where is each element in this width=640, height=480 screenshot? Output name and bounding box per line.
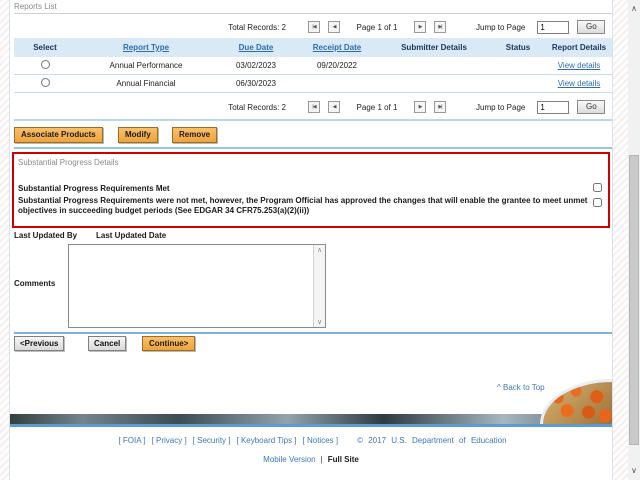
footer-link-keyboard-tips[interactable]: [ Keyboard Tips ] xyxy=(237,436,297,445)
next-page-icon: ▶ xyxy=(418,24,423,30)
go-button[interactable]: Go xyxy=(577,20,606,34)
continue-button[interactable]: Continue> xyxy=(142,336,196,351)
requirements-not-met-label: Substantial Progress Requirements were n… xyxy=(18,196,588,215)
header-due-date-sort[interactable]: Due Date xyxy=(239,43,274,52)
footer-links-row: [ FOIA ] [ Privacy ] [ Security ] [ Keyb… xyxy=(10,436,612,445)
comments-label: Comments xyxy=(14,279,56,288)
previous-page-icon: ◀ xyxy=(332,24,337,30)
header-report-type-sort[interactable]: Report Type xyxy=(123,43,169,52)
reports-table: Select Report Type Due Date Receipt Date… xyxy=(14,38,612,93)
mobile-version-link[interactable]: Mobile Version xyxy=(263,455,315,464)
previous-button[interactable]: <Previous xyxy=(14,336,65,351)
header-status: Status xyxy=(505,43,531,52)
pagination-bottom: Total Records: 2 |◀ ◀ Page 1 of 1 ▶ ▶| J… xyxy=(14,99,612,115)
view-details-link[interactable]: View details xyxy=(558,61,601,70)
next-page-button[interactable]: ▶ xyxy=(414,21,426,33)
comments-field-container: ∧ ∨ xyxy=(68,244,326,328)
jump-to-page-label: Jump to Page xyxy=(476,22,526,32)
jump-to-page-input[interactable] xyxy=(537,100,570,114)
form-divider xyxy=(14,332,612,334)
first-page-button[interactable]: |◀ xyxy=(308,21,320,33)
table-row: Annual Performance 03/02/2023 09/20/2022… xyxy=(14,57,612,75)
footer-link-privacy[interactable]: [ Privacy ] xyxy=(152,436,187,445)
footer-link-foia[interactable]: [ FOIA ] xyxy=(118,436,145,445)
scroll-down-icon[interactable]: ∨ xyxy=(628,464,640,478)
left-stripe-decoration xyxy=(0,0,10,480)
footer-site-row: Mobile Version | Full Site xyxy=(10,455,612,464)
associate-products-button[interactable]: Associate Products xyxy=(14,127,103,143)
last-page-button[interactable]: ▶| xyxy=(434,101,446,113)
comments-textarea[interactable] xyxy=(69,245,314,327)
page-indicator: Page 1 of 1 xyxy=(356,22,398,32)
previous-page-button[interactable]: ◀ xyxy=(328,21,340,33)
first-page-button[interactable]: |◀ xyxy=(308,101,320,113)
select-report-radio[interactable] xyxy=(40,60,50,69)
requirements-not-met-checkbox[interactable] xyxy=(593,198,602,207)
modify-button[interactable]: Modify xyxy=(118,127,158,143)
scroll-up-icon[interactable]: ∧ xyxy=(628,2,640,16)
page-indicator: Page 1 of 1 xyxy=(356,102,398,112)
vertical-scrollbar[interactable]: ∧ ∨ xyxy=(628,0,640,480)
requirements-met-checkbox[interactable] xyxy=(593,183,602,192)
report-type-cell: Annual Financial xyxy=(116,79,176,88)
cancel-button[interactable]: Cancel xyxy=(88,336,127,351)
first-page-icon: |◀ xyxy=(312,24,316,30)
due-date-cell: 06/30/2023 xyxy=(235,79,277,88)
back-to-top-link[interactable]: ^ Back to Top xyxy=(497,383,545,392)
comments-scroll-down-icon[interactable]: ∨ xyxy=(314,318,325,326)
view-details-link[interactable]: View details xyxy=(558,79,601,88)
receipt-date-cell: 09/20/2022 xyxy=(316,61,358,70)
substantial-progress-section: Substantial Progress Details Substantial… xyxy=(12,152,610,228)
last-updated-by-label: Last Updated By xyxy=(14,231,78,240)
last-updated-date-label: Last Updated Date xyxy=(96,231,167,240)
next-page-icon: ▶ xyxy=(418,104,423,110)
footer-link-security[interactable]: [ Security ] xyxy=(193,436,231,445)
last-page-icon: ▶| xyxy=(438,104,442,110)
previous-page-icon: ◀ xyxy=(332,104,337,110)
substantial-progress-title: Substantial Progress Details xyxy=(18,158,119,167)
jump-to-page-label: Jump to Page xyxy=(476,102,526,112)
header-select: Select xyxy=(33,43,57,52)
header-submitter-details: Submitter Details xyxy=(401,43,467,52)
go-button[interactable]: Go xyxy=(577,100,606,114)
jump-to-page-input[interactable] xyxy=(537,20,570,34)
requirements-met-label: Substantial Progress Requirements Met xyxy=(18,184,170,193)
copyright-text: © 2017 U.S. Department of Education xyxy=(357,436,507,445)
comments-scroll-up-icon[interactable]: ∧ xyxy=(314,246,325,254)
footer-banner-bar xyxy=(10,414,612,424)
right-stripe-decoration xyxy=(612,0,628,480)
table-row: Annual Financial 06/30/2023 View details xyxy=(14,75,612,93)
header-report-details: Report Details xyxy=(551,43,607,52)
previous-page-button[interactable]: ◀ xyxy=(328,101,340,113)
scrollbar-thumb[interactable] xyxy=(629,155,639,445)
page-title: Reports List xyxy=(14,2,57,11)
classroom-image-texture xyxy=(543,382,612,424)
next-page-button[interactable]: ▶ xyxy=(414,101,426,113)
first-page-icon: |◀ xyxy=(312,104,316,110)
header-receipt-date-sort[interactable]: Receipt Date xyxy=(313,43,361,52)
pagination-top: Total Records: 2 |◀ ◀ Page 1 of 1 ▶ ▶| J… xyxy=(14,19,612,35)
title-divider xyxy=(14,13,612,14)
due-date-cell: 03/02/2023 xyxy=(235,61,277,70)
report-type-cell: Annual Performance xyxy=(109,61,183,70)
total-records-label: Total Records: 2 xyxy=(228,22,286,32)
actions-divider xyxy=(14,147,612,149)
last-page-button[interactable]: ▶| xyxy=(434,21,446,33)
pagination-divider xyxy=(14,119,612,121)
comments-scrollbar[interactable]: ∧ ∨ xyxy=(313,245,325,327)
total-records-label: Total Records: 2 xyxy=(228,102,286,112)
reports-page: ∧ ∨ Reports List Total Records: 2 |◀ ◀ P… xyxy=(0,0,640,480)
remove-button[interactable]: Remove xyxy=(172,127,218,143)
last-page-icon: ▶| xyxy=(438,24,442,30)
footer-separator: | xyxy=(320,455,323,464)
footer-blue-rule xyxy=(10,424,612,427)
full-site-link[interactable]: Full Site xyxy=(328,455,359,464)
footer-link-notices[interactable]: [ Notices ] xyxy=(303,436,339,445)
table-header-row: Select Report Type Due Date Receipt Date… xyxy=(14,38,612,57)
classroom-corner-image xyxy=(540,379,612,424)
select-report-radio[interactable] xyxy=(40,78,50,87)
